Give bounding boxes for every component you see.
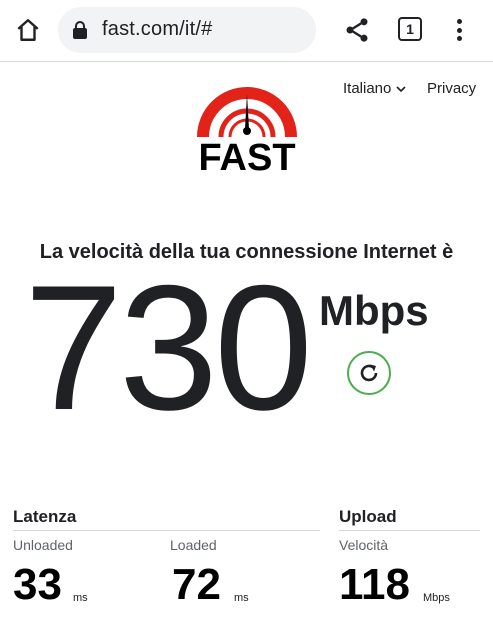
- upload-speed-unit: Mbps: [423, 592, 450, 604]
- unloaded-label: Unloaded: [13, 537, 73, 553]
- latency-divider: [13, 530, 320, 531]
- browser-menu-button[interactable]: [452, 16, 466, 44]
- tab-count: 1: [406, 21, 414, 37]
- speed-unit: Mbps: [319, 287, 429, 334]
- loaded-unit: ms: [234, 592, 249, 604]
- language-label: Italiano: [343, 80, 392, 97]
- upload-speed-label: Velocità: [339, 537, 389, 553]
- loaded-label: Loaded: [170, 537, 217, 553]
- tab-switcher-button[interactable]: 1: [398, 17, 422, 41]
- privacy-link[interactable]: Privacy: [427, 80, 476, 97]
- address-bar[interactable]: fast.com/it/#: [58, 7, 316, 53]
- restart-test-button[interactable]: [347, 351, 391, 395]
- share-button[interactable]: [343, 16, 371, 44]
- unloaded-value: 33: [13, 560, 62, 609]
- latency-title: Latenza: [13, 507, 77, 526]
- lock-icon: [73, 21, 87, 39]
- home-button[interactable]: [13, 15, 43, 45]
- unloaded-unit: ms: [73, 592, 88, 604]
- upload-divider: [339, 530, 480, 531]
- speed-value: 730: [24, 248, 313, 447]
- url-text: fast.com/it/#: [102, 18, 213, 40]
- share-icon: [346, 18, 368, 42]
- fast-logo-text: FAST: [198, 137, 296, 179]
- language-selector[interactable]: Italiano: [343, 80, 406, 97]
- browser-toolbar: fast.com/it/# 1: [0, 0, 493, 62]
- more-vert-icon: [456, 19, 462, 24]
- loaded-value: 72: [172, 560, 221, 609]
- refresh-icon: [360, 364, 378, 382]
- chevron-down-icon: [396, 85, 406, 92]
- upload-title: Upload: [339, 507, 397, 526]
- upload-speed-value: 118: [339, 560, 410, 609]
- home-icon: [17, 19, 39, 41]
